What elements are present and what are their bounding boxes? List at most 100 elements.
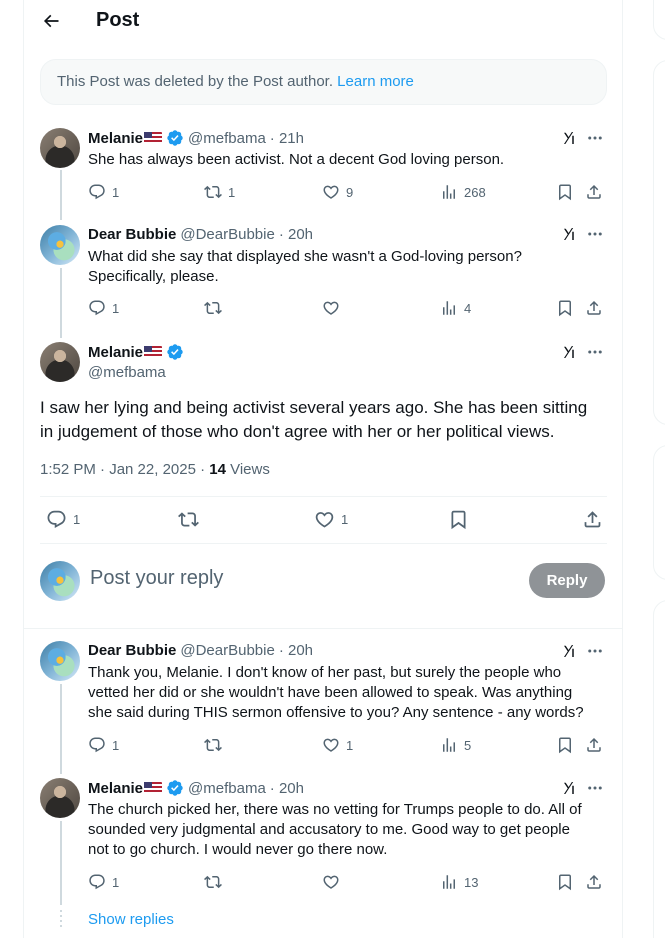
share-button[interactable] (582, 508, 603, 530)
author-name[interactable]: Melanie (88, 130, 143, 147)
tweet-text: The church picked her, there was no vett… (88, 800, 618, 860)
author-name[interactable]: Melanie (88, 344, 143, 361)
tweet-text-line: vetted her did or she wouldn't have been… (88, 684, 573, 701)
repost-count: 1 (228, 184, 236, 200)
repost-button[interactable] (178, 508, 199, 530)
more-options-icon[interactable] (584, 640, 606, 662)
bookmark-button[interactable] (448, 508, 469, 530)
bookmark-button[interactable] (556, 871, 574, 893)
avatar[interactable] (40, 225, 80, 265)
reply-button[interactable]: 1 (88, 871, 119, 893)
views-button[interactable]: 13 (440, 871, 478, 893)
share-icon (585, 873, 603, 891)
tweet-time[interactable]: · 21h (270, 130, 304, 147)
views-button[interactable]: 268 (440, 181, 486, 203)
sidebar-card (653, 600, 665, 938)
author-handle[interactable]: @mefbama (188, 130, 266, 147)
author-name[interactable]: Dear Bubbie (88, 226, 176, 243)
avatar[interactable] (40, 641, 80, 681)
avatar[interactable] (40, 128, 80, 168)
tweet-time[interactable]: · 20h (279, 642, 313, 659)
author-handle[interactable]: @mefbama (88, 364, 166, 381)
author-name[interactable]: Dear Bubbie (88, 642, 176, 659)
share-icon (585, 299, 603, 317)
views-count: 268 (464, 184, 486, 200)
reply-count: 1 (112, 184, 120, 200)
reply-submit-button[interactable]: Reply (529, 563, 605, 598)
grok-icon[interactable] (559, 223, 581, 245)
bookmark-button[interactable] (556, 297, 574, 319)
reply-button[interactable]: 1 (88, 297, 119, 319)
us-flag-icon (144, 346, 163, 358)
divider (40, 543, 607, 544)
learn-more-link[interactable]: Learn more (337, 73, 414, 90)
share-button[interactable] (585, 734, 603, 756)
share-button[interactable] (585, 181, 603, 203)
author-handle[interactable]: @mefbama (188, 780, 266, 797)
tweet-header: Dear Bubbie @DearBubbie · 20h (88, 226, 313, 243)
repost-button[interactable] (204, 297, 222, 319)
views-icon (440, 873, 458, 891)
views-count: 5 (464, 737, 472, 753)
tweet-header: Melanie @mefbama · 20h (88, 779, 304, 797)
author-name[interactable]: Melanie (88, 780, 143, 797)
back-arrow-icon (43, 14, 59, 28)
like-button[interactable]: 1 (314, 508, 348, 530)
grok-icon[interactable] (559, 127, 581, 149)
back-button[interactable] (36, 6, 66, 36)
reply-input[interactable]: Post your reply (90, 567, 223, 590)
grok-icon[interactable] (559, 640, 581, 662)
more-options-icon[interactable] (584, 777, 606, 799)
like-icon (322, 736, 340, 754)
tweet-text: Thank you, Melanie. I don't know of her … (88, 663, 613, 723)
verified-badge-icon[interactable] (166, 779, 184, 797)
us-flag-icon (144, 132, 163, 144)
tweet-time[interactable]: · 20h (279, 226, 313, 243)
views-button[interactable]: 4 (440, 297, 471, 319)
tweet-timestamp[interactable]: 1:52 PM · Jan 22, 2025 · (40, 461, 209, 478)
bookmark-button[interactable] (556, 181, 574, 203)
like-button[interactable] (322, 871, 340, 893)
views-count: 4 (464, 300, 472, 316)
reply-icon (88, 183, 106, 201)
repost-icon (178, 509, 199, 530)
grok-icon[interactable] (559, 341, 581, 363)
divider (40, 496, 607, 497)
repost-button[interactable]: 1 (204, 181, 235, 203)
repost-button[interactable] (204, 871, 222, 893)
more-options-icon[interactable] (584, 127, 606, 149)
tweet-actions: 1 1 5 (88, 734, 608, 756)
reply-button[interactable]: 1 (88, 734, 119, 756)
author-handle[interactable]: @DearBubbie (180, 642, 274, 659)
current-user-avatar[interactable] (40, 561, 80, 601)
tweet-text-line: The church picked her, there was no vett… (88, 801, 582, 818)
share-button[interactable] (585, 871, 603, 893)
repost-button[interactable] (204, 734, 222, 756)
like-button[interactable]: 9 (322, 181, 353, 203)
reply-button[interactable]: 1 (88, 181, 119, 203)
share-icon (585, 183, 603, 201)
verified-badge-icon[interactable] (166, 343, 184, 361)
views-label: Views (225, 461, 270, 478)
avatar[interactable] (40, 342, 80, 382)
more-options-icon[interactable] (584, 341, 606, 363)
reply-count: 1 (112, 874, 120, 890)
us-flag-icon (144, 782, 163, 794)
reply-icon (88, 736, 106, 754)
reply-button[interactable]: 1 (46, 508, 80, 530)
grok-icon[interactable] (559, 777, 581, 799)
avatar[interactable] (40, 778, 80, 818)
tweet-text-line: What did she say that displayed she wasn… (88, 248, 522, 265)
more-options-icon[interactable] (584, 223, 606, 245)
verified-badge-icon[interactable] (166, 129, 184, 147)
bookmark-button[interactable] (556, 734, 574, 756)
tweet-time[interactable]: · 20h (270, 780, 304, 797)
show-replies-link[interactable]: Show replies (88, 911, 174, 928)
like-button[interactable]: 1 (322, 734, 353, 756)
share-button[interactable] (585, 297, 603, 319)
like-icon (322, 183, 340, 201)
like-button[interactable] (322, 297, 340, 319)
tweet-text-line: I saw her lying and being activist sever… (40, 398, 588, 417)
author-handle[interactable]: @DearBubbie (180, 226, 274, 243)
views-button[interactable]: 5 (440, 734, 471, 756)
